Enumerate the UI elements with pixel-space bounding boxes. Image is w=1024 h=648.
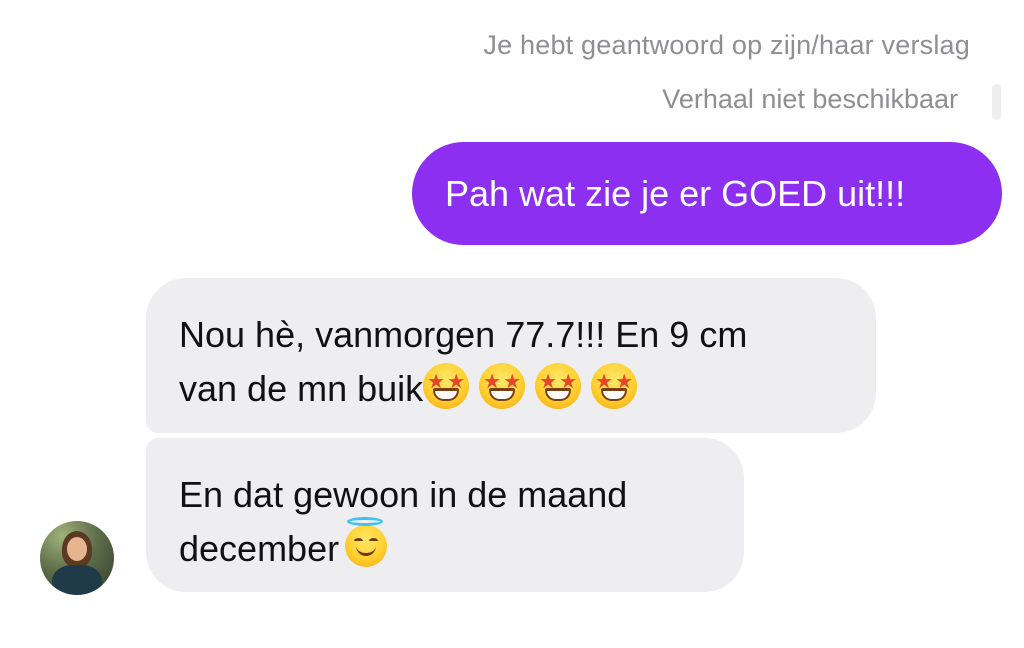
story-unavailable-label: Verhaal niet beschikbaar <box>662 84 958 114</box>
star-struck-emoji-icon: ★ ★ <box>535 363 582 409</box>
reply-context-label: Je hebt geantwoord op zijn/haar verslag <box>483 30 970 60</box>
message-text-line: En dat gewoon in de maand <box>179 474 628 515</box>
smiling-face-with-halo-emoji-icon <box>345 517 388 567</box>
message-text-line: Nou hè, vanmorgen 77.7!!! En 9 cm <box>179 314 748 355</box>
message-text-line: december <box>179 517 724 576</box>
incoming-message-bubble[interactable]: Nou hè, vanmorgen 77.7!!! En 9 cm van de… <box>146 278 876 433</box>
message-text-line: van de mn buik ★ ★ ★ ★ ★ ★ ★ ★ <box>179 362 856 416</box>
message-text: december <box>179 528 340 569</box>
star-struck-emoji-icon: ★ ★ <box>591 363 638 409</box>
star-struck-emoji-icon: ★ ★ <box>423 363 470 409</box>
message-text: van de mn buik <box>179 368 424 409</box>
star-struck-emoji-icon: ★ ★ <box>479 363 526 409</box>
story-preview-placeholder[interactable] <box>992 84 1001 120</box>
sender-avatar[interactable] <box>40 521 114 595</box>
outgoing-message-bubble[interactable]: Pah wat zie je er GOED uit!!! <box>412 142 1002 245</box>
incoming-message-bubble[interactable]: En dat gewoon in de maand december <box>146 438 744 592</box>
